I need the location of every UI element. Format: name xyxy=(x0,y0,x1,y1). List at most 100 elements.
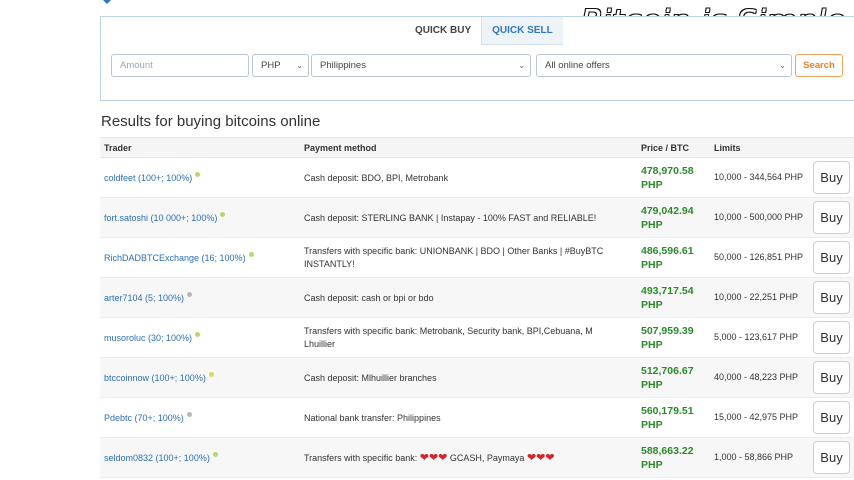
payment-line: Transfers with specific bank: Metrobank,… xyxy=(304,326,593,336)
price-currency: PHP xyxy=(641,219,663,231)
online-status-dot xyxy=(212,452,218,457)
price-currency: PHP xyxy=(641,299,663,311)
price: 512,706.67 PHP xyxy=(641,364,694,392)
table-row: musoroluc (30; 100%) Transfers with spec… xyxy=(100,318,854,358)
table-row: RichDADBTCExchange (16; 100%) Transfers … xyxy=(100,238,854,278)
amount-input[interactable]: Amount xyxy=(111,54,249,77)
trader-link[interactable]: musoroluc (30; 100%) xyxy=(104,332,201,343)
trader-name[interactable]: Pdebtc (70+; 100%) xyxy=(104,413,184,423)
trader-name[interactable]: arter7104 (5; 100%) xyxy=(104,293,184,303)
payment-method: Cash deposit: cash or bpi or bdo xyxy=(304,293,434,303)
chevron-down-icon: ⌄ xyxy=(779,61,786,70)
payment-method: Cash deposit: BDO, BPI, Metrobank xyxy=(304,173,449,183)
table-row: arter7104 (5; 100%) Cash deposit: cash o… xyxy=(100,278,854,318)
buy-button[interactable]: Buy xyxy=(813,401,850,434)
column-payment: Payment method xyxy=(304,143,377,153)
limits: 10,000 - 344,564 PHP xyxy=(714,172,804,182)
price: 479,042.94 PHP xyxy=(641,204,694,232)
online-status-dot xyxy=(195,332,201,337)
buy-button[interactable]: Buy xyxy=(813,161,850,194)
price-currency: PHP xyxy=(641,259,663,271)
buy-button[interactable]: Buy xyxy=(813,321,850,354)
limits: 10,000 - 500,000 PHP xyxy=(714,212,804,222)
price-value: 478,970.58 xyxy=(641,165,694,177)
trader-link[interactable]: RichDADBTCExchange (16; 100%) xyxy=(104,252,254,263)
chevron-down-icon: ⌄ xyxy=(518,61,525,70)
payment-prefix: Transfers with specific bank: xyxy=(304,453,418,463)
price-value: 493,717.54 xyxy=(641,285,694,297)
limits: 15,000 - 42,975 PHP xyxy=(714,412,799,422)
payment-method: Transfers with specific bank: UNIONBANK … xyxy=(304,245,634,271)
payment-banks: GCASH, Paymaya xyxy=(449,453,525,463)
price: 507,959.39 PHP xyxy=(641,324,694,352)
tab-quick-buy[interactable]: QUICK BUY xyxy=(405,17,482,45)
chevron-down-icon: ⌄ xyxy=(296,61,303,70)
trader-link[interactable]: seldom0832 (100+; 100%) xyxy=(104,452,218,463)
online-status-dot xyxy=(248,252,254,257)
online-status-dot xyxy=(195,172,201,177)
trader-name[interactable]: seldom0832 (100+; 100%) xyxy=(104,453,210,463)
payment-method: Transfers with specific bank: Metrobank,… xyxy=(304,325,634,351)
table-row: fort.satoshi (10 000+; 100%) Cash deposi… xyxy=(100,198,854,238)
offline-status-dot xyxy=(187,292,193,297)
country-select[interactable]: Philippines ⌄ xyxy=(311,54,531,77)
table-row: btccoinnow (100+; 100%) Cash deposit: Ml… xyxy=(100,358,854,398)
table-header: Trader Payment method Price / BTC Limits xyxy=(100,137,854,158)
limits: 40,000 - 48,223 PHP xyxy=(714,372,799,382)
buy-button[interactable]: Buy xyxy=(813,201,850,234)
trader-name[interactable]: musoroluc (30; 100%) xyxy=(104,333,192,343)
currency-select[interactable]: PHP ⌄ xyxy=(252,54,309,77)
online-status-dot xyxy=(220,212,226,217)
price-value: 588,663.22 xyxy=(641,445,694,457)
search-button[interactable]: Search xyxy=(795,54,843,77)
column-price: Price / BTC xyxy=(641,143,690,153)
trader-name[interactable]: coldfeet (100+; 100%) xyxy=(104,173,192,183)
price: 486,596.61 PHP xyxy=(641,244,694,272)
country-select-value: Philippines xyxy=(320,60,366,71)
price: 493,717.54 PHP xyxy=(641,284,694,312)
column-trader: Trader xyxy=(104,143,132,153)
price-value: 486,596.61 xyxy=(641,245,694,257)
payment-method: Cash deposit: Mlhuillier branches xyxy=(304,373,437,383)
buy-button[interactable]: Buy xyxy=(813,241,850,274)
table-row: coldfeet (100+; 100%) Cash deposit: BDO,… xyxy=(100,158,854,198)
quick-tabs: QUICK BUY QUICK SELL xyxy=(405,17,563,45)
price-currency: PHP xyxy=(641,419,663,431)
payment-line: Lhuillier xyxy=(304,339,336,349)
price: 588,663.22 PHP xyxy=(641,444,694,472)
price-value: 479,042.94 xyxy=(641,205,694,217)
price-value: 512,706.67 xyxy=(641,365,694,377)
trader-link[interactable]: arter7104 (5; 100%) xyxy=(104,292,193,303)
payment-line: INSTANTLY! xyxy=(304,259,355,269)
limits: 5,000 - 123,617 PHP xyxy=(714,332,799,342)
trader-name[interactable]: fort.satoshi (10 000+; 100%) xyxy=(104,213,217,223)
price: 478,970.58 PHP xyxy=(641,164,694,192)
payment-method: Cash deposit: STERLING BANK | Instapay -… xyxy=(304,213,597,223)
price-currency: PHP xyxy=(641,179,663,191)
buy-button[interactable]: Buy xyxy=(813,441,850,474)
trader-name[interactable]: RichDADBTCExchange (16; 100%) xyxy=(104,253,246,263)
limits: 50,000 - 126,851 PHP xyxy=(714,252,804,262)
offline-status-dot xyxy=(186,412,192,417)
buy-button[interactable]: Buy xyxy=(813,281,850,314)
trader-link[interactable]: Pdebtc (70+; 100%) xyxy=(104,412,192,423)
trader-link[interactable]: coldfeet (100+; 100%) xyxy=(104,172,201,183)
heart-icon: ❤❤❤ xyxy=(419,452,448,464)
payment-line: Transfers with specific bank: UNIONBANK … xyxy=(304,246,604,256)
online-status-dot xyxy=(208,372,214,377)
trader-name[interactable]: btccoinnow (100+; 100%) xyxy=(104,373,206,383)
limits: 10,000 - 22,251 PHP xyxy=(714,292,799,302)
price-currency: PHP xyxy=(641,379,663,391)
results-title: Results for buying bitcoins online xyxy=(101,113,321,130)
dropdown-caret-icon xyxy=(102,0,112,4)
tab-quick-sell[interactable]: QUICK SELL xyxy=(481,17,563,45)
price-currency: PHP xyxy=(641,339,663,351)
trader-link[interactable]: btccoinnow (100+; 100%) xyxy=(104,372,214,383)
payment-method: Transfers with specific bank: ❤❤❤ GCASH,… xyxy=(304,452,634,465)
price-value: 560,179.51 xyxy=(641,405,694,417)
offer-type-select[interactable]: All online offers ⌄ xyxy=(536,54,792,77)
buy-button[interactable]: Buy xyxy=(813,361,850,394)
quick-search-panel: QUICK BUY QUICK SELL Amount PHP ⌄ Philip… xyxy=(100,16,854,101)
trader-link[interactable]: fort.satoshi (10 000+; 100%) xyxy=(104,212,226,223)
price-value: 507,959.39 xyxy=(641,325,694,337)
